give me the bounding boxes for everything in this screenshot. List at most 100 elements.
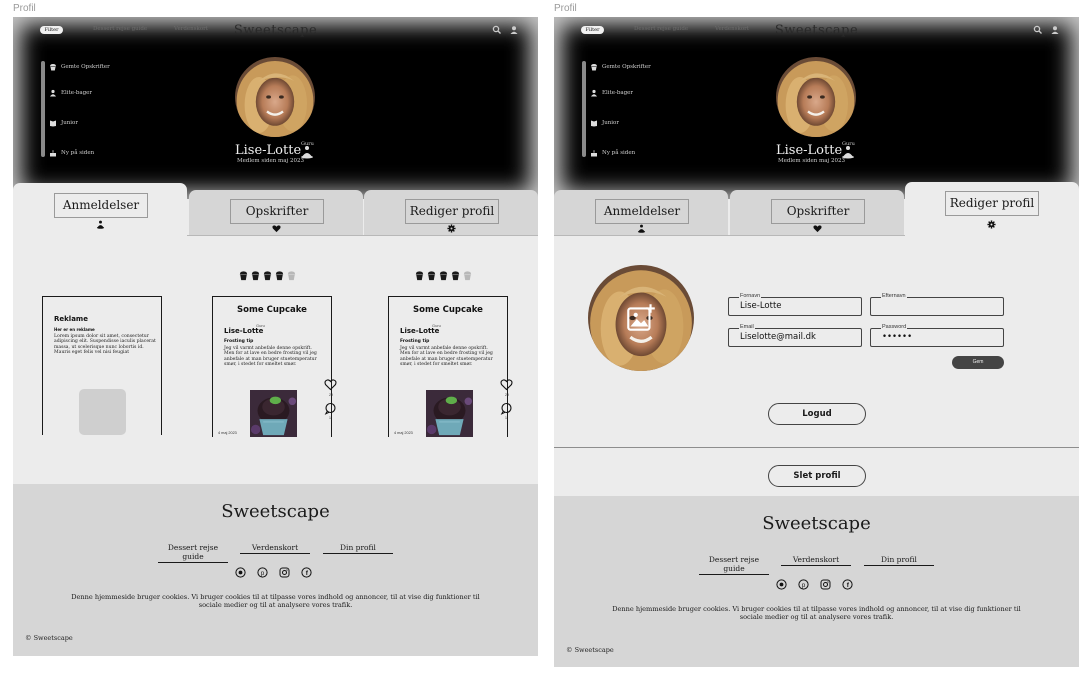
field-label: Efternavn (881, 293, 907, 299)
tab-reviews[interactable]: Anmeldelser (13, 183, 187, 236)
sidebar-item-elite-baker[interactable]: Elite-bager (590, 89, 633, 97)
profile-avatar (776, 57, 856, 137)
facebook-icon[interactable]: f (842, 579, 853, 590)
review-card[interactable]: Some Cupcake Guru Lise-Lotte Frosting ti… (388, 296, 508, 437)
comment-icon[interactable] (324, 402, 337, 415)
field-label: Fornavn (739, 293, 762, 299)
instagram-icon[interactable] (820, 579, 831, 590)
tab-label: Rediger profil (945, 191, 1039, 216)
instagram-icon[interactable] (279, 567, 290, 578)
user-icon[interactable] (509, 25, 519, 35)
lastname-field[interactable]: Efternavn (870, 293, 1004, 316)
sidebar-item-new[interactable]: Ny på siden (49, 149, 94, 157)
card-subtitle: Frosting tip (224, 339, 254, 344)
like-count: 29 (505, 393, 509, 397)
tab-edit-profile[interactable]: Rediger profil (364, 190, 538, 235)
tab-edit-profile[interactable]: Rediger profil (905, 182, 1079, 236)
sidebar-item-elite-baker[interactable]: Elite-bager (49, 89, 92, 97)
brand-logo[interactable]: Sweetscape (13, 23, 538, 38)
sidebar-item-new[interactable]: Ny på siden (590, 149, 635, 157)
comment-icon[interactable] (500, 402, 513, 415)
search-icon[interactable] (492, 25, 502, 35)
copyright: © Sweetscape (25, 634, 73, 642)
profile-photo-upload[interactable] (588, 265, 694, 371)
pinterest-icon[interactable]: p (257, 567, 268, 578)
delete-profile-button[interactable]: Slet profil (768, 465, 866, 487)
copyright: © Sweetscape (566, 646, 614, 654)
sidebar-item-label: Ny på siden (602, 150, 636, 156)
footer-link-profile[interactable]: Din profil (323, 543, 393, 554)
footer-link-dessert-guide[interactable]: Dessert rejse guide (699, 555, 769, 575)
footer-link-profile[interactable]: Din profil (864, 555, 934, 566)
card-subtitle: Frosting tip (400, 339, 430, 344)
sidebar-scrollbar[interactable] (582, 61, 586, 157)
cupcake-icon (274, 270, 285, 281)
sidebar-item-saved-recipes[interactable]: Gemte Opskrifter (49, 63, 110, 71)
footer: Sweetscape Dessert rejse guide Verdensko… (554, 496, 1079, 667)
rating-cupcakes (414, 270, 473, 281)
tab-reviews[interactable]: Anmeldelser (554, 190, 728, 235)
like-count: 29 (329, 393, 333, 397)
search-icon[interactable] (1033, 25, 1043, 35)
card-text: Jeg vil varmt anbefale denne opskrift. M… (400, 346, 493, 368)
footer-link-dessert-guide[interactable]: Dessert rejse guide (158, 543, 228, 563)
comment-count: 1 (329, 416, 331, 420)
card-title: Some Cupcake (237, 305, 307, 315)
field-value: Lise-Lotte (740, 301, 782, 311)
guru-icon (842, 146, 854, 159)
facebook-icon[interactable]: f (301, 567, 312, 578)
ad-card[interactable]: Reklame Her er en reklame Lorem ipsum do… (42, 296, 162, 435)
save-button[interactable]: Gem (952, 356, 1004, 369)
gear-icon (447, 224, 456, 233)
tab-recipes[interactable]: Opskrifter (730, 190, 904, 235)
password-field[interactable]: Password •••••• (870, 324, 1004, 347)
cake-icon (591, 150, 597, 157)
cupcake-icon (286, 270, 297, 281)
rating-cupcakes (238, 270, 297, 281)
heart-icon[interactable] (500, 378, 513, 391)
cupcake-icon (262, 270, 273, 281)
sidebar-item-junior[interactable]: Junior (49, 119, 78, 127)
logout-button[interactable]: Logud (768, 403, 866, 425)
cupcake-icon (414, 270, 425, 281)
brand-logo[interactable]: Sweetscape (554, 23, 1079, 38)
sidebar-item-junior[interactable]: Junior (590, 119, 619, 127)
footer-link-world-map[interactable]: Verdenskort (781, 555, 851, 566)
profile-edit-frame: Filter Dessert rejse guide Verdenskort S… (554, 17, 1079, 667)
pinterest-icon[interactable] (235, 567, 246, 578)
review-card[interactable]: Some Cupcake Guru Lise-Lotte Frosting ti… (212, 296, 332, 437)
card-author: Lise-Lotte (400, 327, 440, 335)
comment-count: 1 (505, 416, 507, 420)
heart-icon[interactable] (324, 378, 337, 391)
svg-text:f: f (306, 570, 309, 577)
pinterest-icon[interactable] (776, 579, 787, 590)
card-text: Jeg vil varmt anbefale denne opskrift. M… (224, 346, 317, 368)
svg-text:f: f (847, 582, 850, 589)
cupcake-icon (591, 64, 597, 71)
tab-recipes[interactable]: Opskrifter (189, 190, 363, 235)
sidebar-item-label: Elite-bager (61, 90, 93, 96)
profile-hero: Filter Dessert rejse guide Verdenskort S… (13, 17, 538, 199)
ad-subtitle: Her er en reklame (54, 327, 95, 332)
cupcake-icon (462, 270, 473, 281)
user-icon[interactable] (1050, 25, 1060, 35)
sidebar-scrollbar[interactable] (41, 61, 45, 157)
email-field[interactable]: Email Liselotte@mail.dk (728, 324, 862, 347)
footer-brand: Sweetscape (762, 513, 871, 534)
footer-link-world-map[interactable]: Verdenskort (240, 543, 310, 554)
member-since: Medlem siden maj 2023 (778, 158, 845, 164)
sidebar-item-saved-recipes[interactable]: Gemte Opskrifter (590, 63, 651, 71)
baker-icon (50, 89, 56, 97)
profile-hero: Filter Dessert rejse guide Verdenskort S… (554, 17, 1079, 199)
sidebar-item-label: Gemte Opskrifter (61, 64, 110, 70)
guru-icon (301, 146, 313, 159)
firstname-field[interactable]: Fornavn Lise-Lotte (728, 293, 862, 316)
field-label: Email (739, 324, 755, 330)
divider (554, 447, 1079, 448)
tab-divider (187, 235, 538, 236)
svg-text:p: p (261, 571, 265, 577)
book-icon (591, 120, 597, 127)
tab-label: Opskrifter (230, 199, 324, 224)
sidebar-item-label: Ny på siden (61, 150, 95, 156)
pinterest-icon[interactable]: p (798, 579, 809, 590)
